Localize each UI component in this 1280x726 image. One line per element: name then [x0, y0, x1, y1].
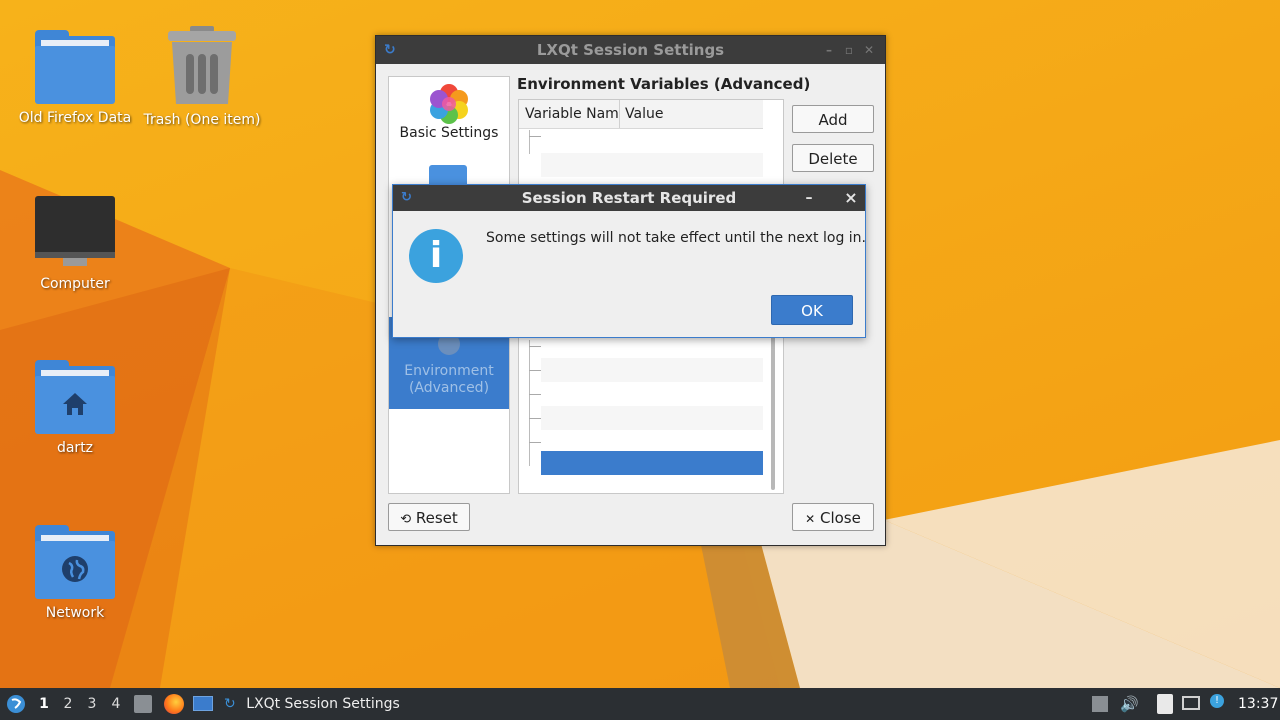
desktop-switch-3[interactable]: 3 — [81, 688, 103, 720]
desktop-switch-1[interactable]: 1 — [33, 688, 55, 720]
dialog-titlebar[interactable]: ↻ Session Restart Required – × — [393, 185, 865, 211]
tray-arrow-button[interactable] — [1092, 688, 1108, 720]
lxqt-logo-icon: ↻ — [401, 190, 412, 205]
file-manager-icon — [134, 695, 152, 713]
desktop-icon-label: Old Firefox Data — [18, 110, 132, 126]
window-title: LXQt Session Settings — [536, 41, 725, 59]
desktop-icon-label: Network — [45, 605, 105, 621]
desktop-icon — [193, 696, 213, 711]
desktop-icon-label: Trash (One item) — [143, 112, 261, 128]
firefox-icon — [164, 694, 184, 714]
minimize-button[interactable]: – — [819, 36, 839, 64]
color-flower-icon — [430, 84, 468, 124]
window-titlebar[interactable]: ↻ LXQt Session Settings – ▫ ✕ — [376, 36, 885, 64]
info-icon: i — [409, 229, 463, 283]
computer-icon — [35, 196, 115, 266]
close-window-button[interactable]: ✕ — [859, 36, 879, 64]
update-notifier-button[interactable]: ! — [1210, 688, 1226, 720]
table-header: Variable Nam Value — [519, 100, 763, 129]
dialog-close-button[interactable]: × — [841, 185, 861, 211]
desktop-icon-network[interactable]: Network — [15, 525, 135, 621]
home-folder-icon — [35, 360, 115, 434]
clipboard-icon — [1157, 694, 1173, 714]
close-label: Close — [819, 509, 861, 527]
trash-icon — [168, 26, 236, 104]
main-menu-button[interactable] — [6, 688, 28, 720]
desktop-icon-trash[interactable]: Trash (One item) — [142, 26, 262, 128]
dialog-title: Session Restart Required — [521, 189, 737, 207]
lxqt-logo-icon — [7, 695, 25, 713]
desktop-switch-2[interactable]: 2 — [57, 688, 79, 720]
file-manager-launcher[interactable] — [134, 688, 154, 720]
dialog-message: Some settings will not take effect until… — [486, 230, 866, 246]
firefox-launcher[interactable] — [164, 688, 184, 720]
arrow-up-icon — [1092, 696, 1108, 712]
desktop-icon-old-firefox-data[interactable]: Old Firefox Data — [15, 30, 135, 126]
delete-button[interactable]: Delete — [792, 144, 874, 172]
task-lxqt-session-settings[interactable]: ↻ LXQt Session Settings — [224, 688, 404, 720]
task-label: LXQt Session Settings — [246, 696, 400, 712]
lxqt-logo-icon: ↻ — [224, 696, 236, 712]
sidebar-item-label: Basic Settings — [399, 125, 499, 141]
reset-label: Reset — [415, 509, 458, 527]
volume-button[interactable]: 🔊 — [1120, 688, 1139, 720]
close-icon: ✕ — [805, 512, 816, 526]
session-restart-dialog: ↻ Session Restart Required – × i Some se… — [392, 184, 866, 338]
lxqt-logo-icon: ↻ — [384, 42, 396, 58]
maximize-button[interactable]: ▫ — [839, 36, 859, 64]
clipboard-button[interactable] — [1157, 688, 1175, 720]
column-header-variable[interactable]: Variable Nam — [519, 100, 620, 128]
desktop-icon-label: Computer — [40, 276, 110, 292]
column-header-value[interactable]: Value — [619, 100, 765, 128]
desktop-switch-4[interactable]: 4 — [105, 688, 127, 720]
table-row-selected[interactable] — [541, 451, 763, 475]
add-button[interactable]: Add — [792, 105, 874, 133]
network-icon — [1182, 696, 1200, 710]
desktop-icon-computer[interactable]: Computer — [15, 196, 135, 292]
table-scrollbar[interactable] — [771, 320, 775, 490]
sidebar-item-basic-settings[interactable]: Basic Settings — [389, 83, 509, 157]
reset-button[interactable]: ⟲ Reset — [388, 503, 470, 531]
desktop-icon-label: dartz — [56, 440, 94, 456]
clock[interactable]: 13:37 — [1238, 688, 1278, 720]
show-desktop-button[interactable] — [193, 688, 215, 720]
folder-icon — [35, 30, 115, 104]
desktop-icon-dartz[interactable]: dartz — [15, 360, 135, 456]
sidebar-item-label: Environment (Advanced) — [404, 363, 494, 396]
dialog-minimize-button[interactable]: – — [799, 185, 819, 211]
ok-button[interactable]: OK — [771, 295, 853, 325]
close-button[interactable]: ✕ Close — [792, 503, 874, 531]
table-row[interactable] — [541, 406, 763, 430]
info-tray-icon: ! — [1210, 694, 1224, 708]
table-row[interactable] — [541, 153, 763, 177]
network-tray-button[interactable] — [1182, 688, 1202, 720]
undo-icon: ⟲ — [400, 512, 412, 527]
taskbar: 1 2 3 4 ↻ LXQt Session Settings 🔊 ! 13:3… — [0, 688, 1280, 720]
section-title: Environment Variables (Advanced) — [517, 75, 811, 93]
network-folder-icon — [35, 525, 115, 599]
table-row[interactable] — [541, 358, 763, 382]
volume-icon: 🔊 — [1120, 695, 1139, 713]
